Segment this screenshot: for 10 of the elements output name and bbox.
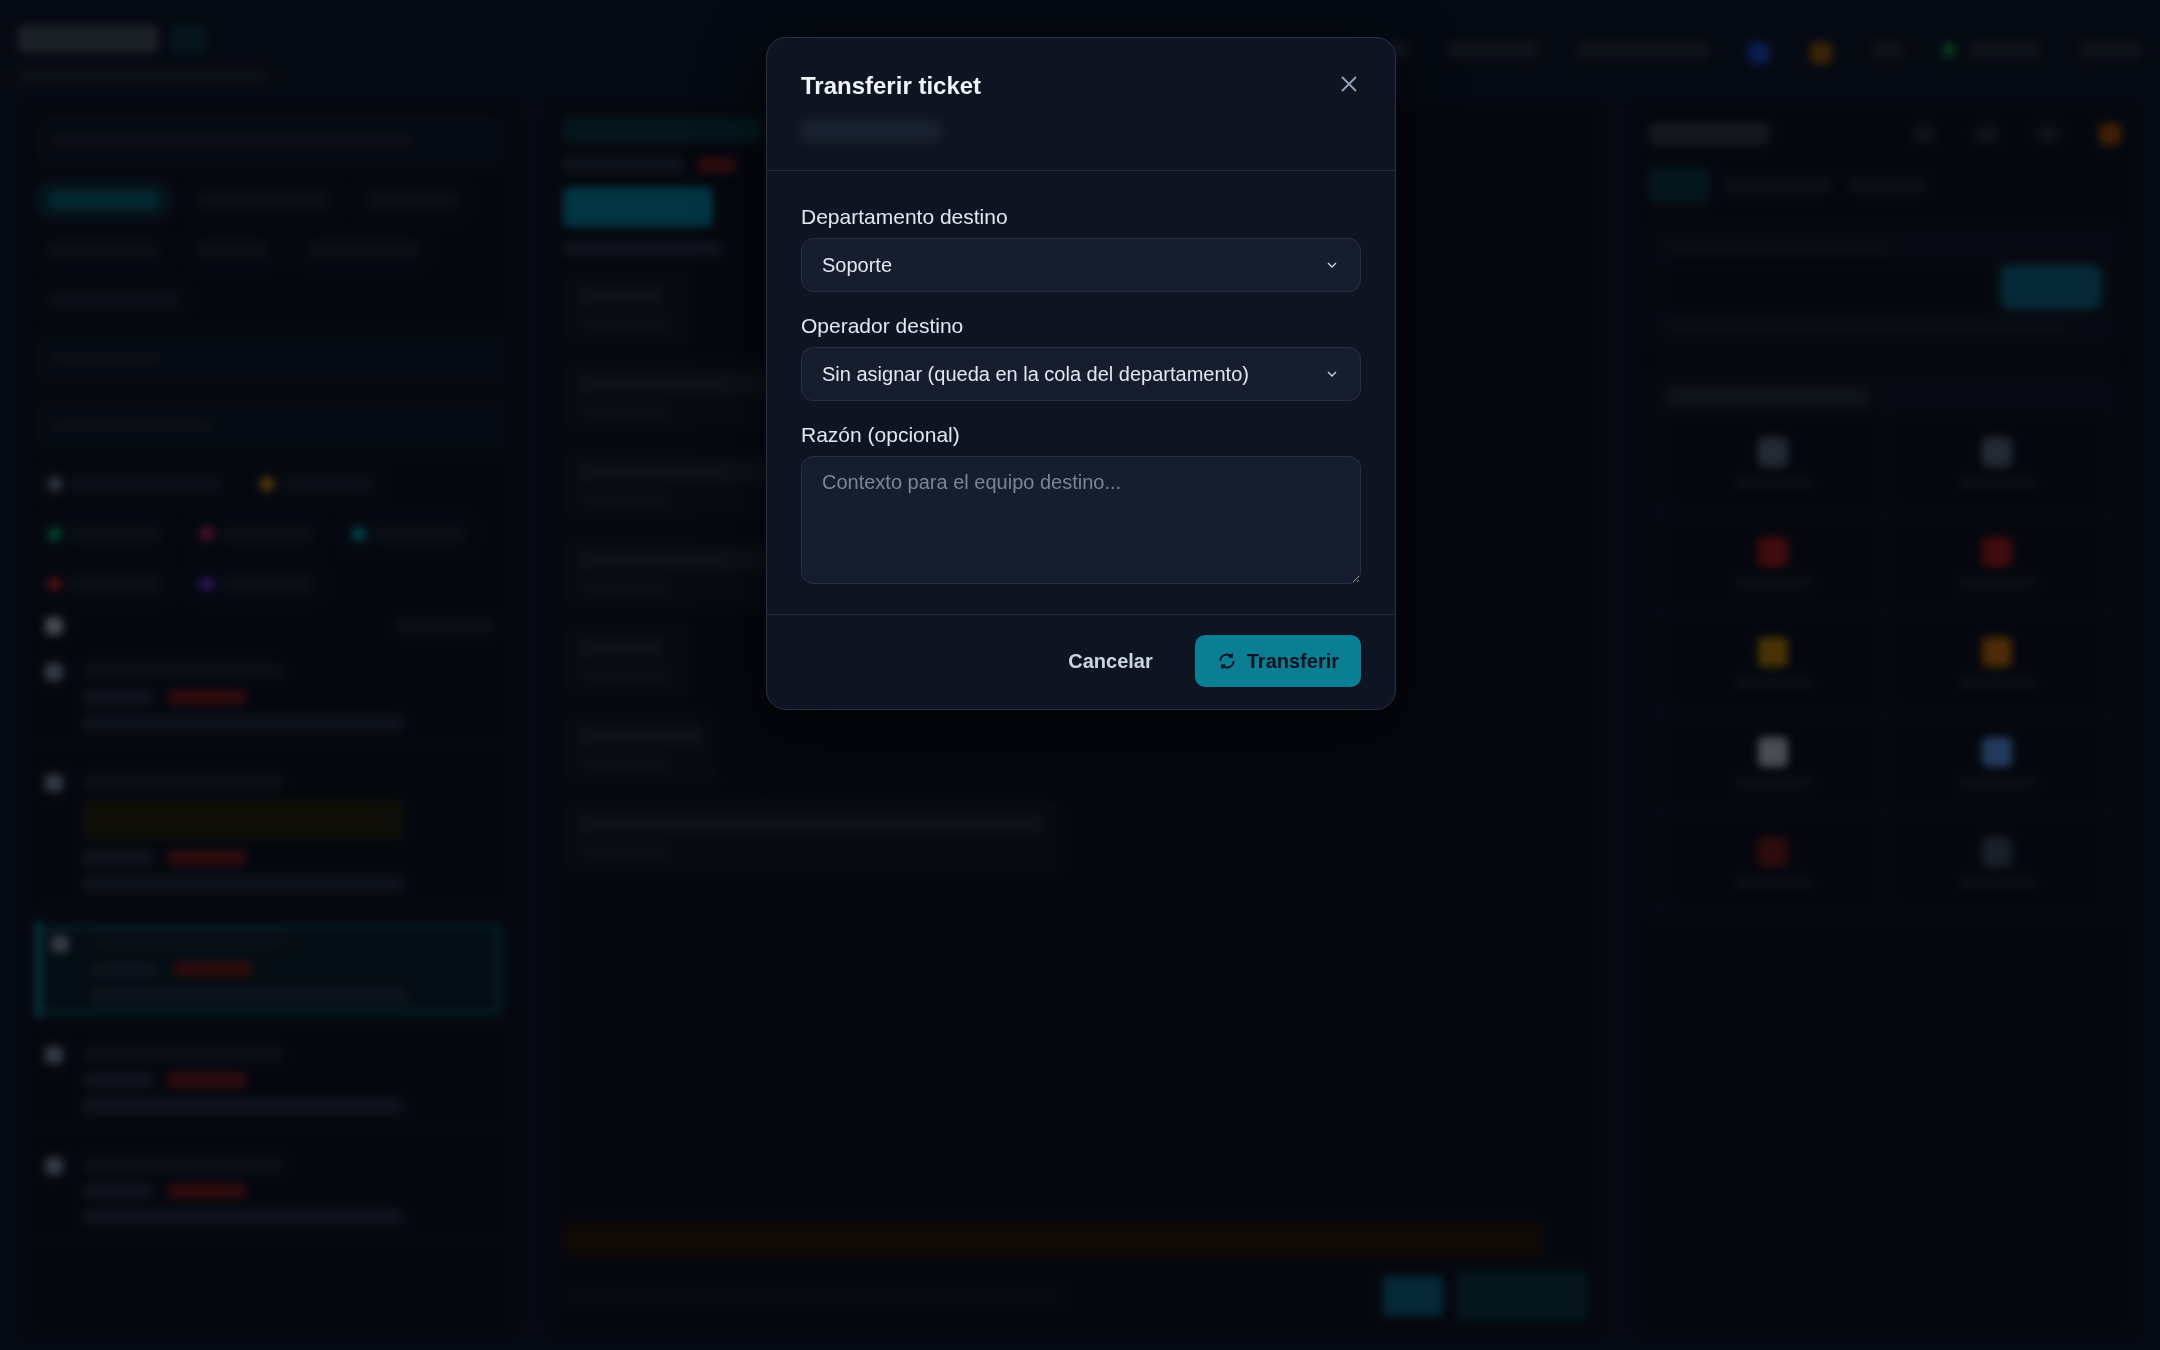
transfer-button[interactable]: Transferir bbox=[1194, 635, 1361, 687]
dialog-title: Transferir ticket bbox=[801, 72, 982, 100]
field-label: Departamento destino bbox=[801, 205, 1009, 229]
refresh-icon bbox=[1216, 651, 1237, 671]
select-field[interactable]: Sin asignar (queda en la cola del departamento) bbox=[801, 347, 1361, 401]
select-field[interactable]: Soporte bbox=[801, 238, 1361, 292]
cancel-button[interactable]: Cancelar bbox=[1062, 648, 1159, 674]
field-label: Razón (opcional) bbox=[801, 423, 961, 447]
field-label: Operador destino bbox=[801, 314, 965, 338]
reason-textarea[interactable]: Contexto para el equipo destino... bbox=[801, 456, 1361, 584]
